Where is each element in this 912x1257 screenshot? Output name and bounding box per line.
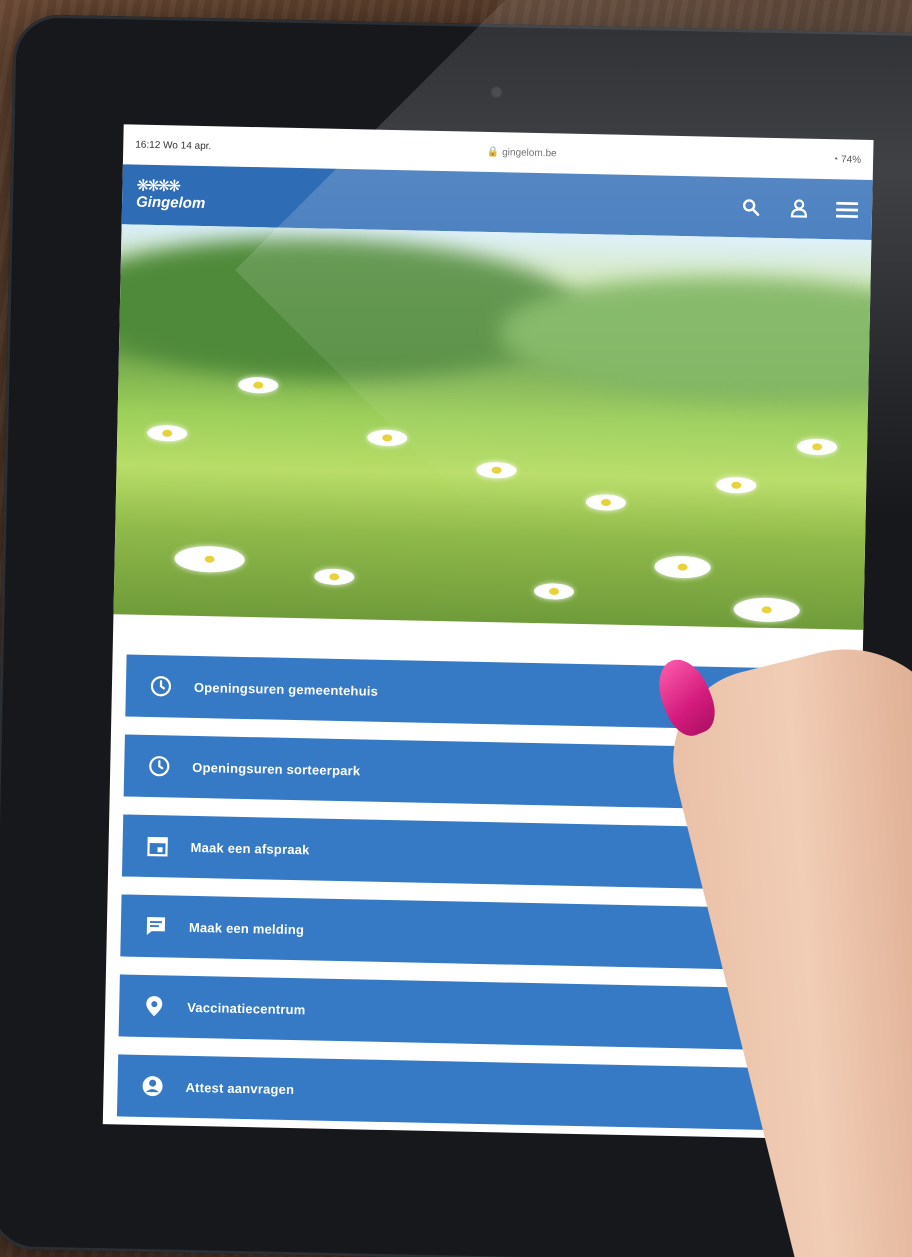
calendar-icon (144, 833, 171, 860)
daisy-flower (585, 494, 627, 511)
daisy-flower (533, 583, 575, 600)
header-actions (740, 196, 859, 220)
menu-item-label: Openingsuren sorteerpark (192, 759, 361, 778)
battery-level: 74% (841, 153, 862, 166)
menu-item-label: Maak een melding (188, 919, 305, 937)
daisy-flower (654, 555, 711, 579)
menu-item-label: Openingsuren gemeentehuis (193, 679, 379, 699)
menu-item-label: Attest aanvragen (185, 1079, 295, 1097)
search-icon[interactable] (740, 196, 762, 218)
location-pin-icon (141, 993, 168, 1020)
user-circle-icon (139, 1073, 166, 1100)
daisy-flower (796, 438, 838, 456)
daisy-flower (174, 545, 245, 573)
status-time: 16:12 (135, 139, 161, 151)
clock-icon (146, 753, 173, 780)
logo-text: Gingelom (135, 193, 206, 212)
daisy-flower (367, 429, 408, 447)
hamburger-menu-icon[interactable] (835, 198, 859, 220)
daisy-flower (733, 597, 800, 623)
menu-item-label: Maak een afspraak (190, 839, 310, 857)
front-camera (490, 85, 503, 99)
status-date: Wo 14 apr. (162, 139, 212, 152)
site-logo[interactable]: ❋❋❋❋ Gingelom (135, 177, 206, 212)
menu-item-attest-aanvragen[interactable]: Attest aanvragen (116, 1054, 841, 1132)
hero-meadow-image (113, 224, 872, 630)
daisy-flower (476, 461, 517, 479)
daisy-flower (314, 568, 355, 586)
hill-shape (113, 233, 582, 384)
daisy-flower (716, 476, 757, 494)
clock-icon (148, 673, 175, 700)
daisy-flower (147, 424, 188, 442)
status-time-date: 16:12 Wo 14 apr. (135, 139, 211, 152)
daisy-flower (238, 376, 279, 394)
wifi-icon: ◔ (832, 153, 839, 165)
account-icon[interactable] (788, 197, 810, 219)
chat-icon (143, 913, 170, 940)
wheat-logo-icon: ❋❋❋❋ (136, 177, 179, 195)
address-bar-url[interactable]: 🔒 gingelom.be (487, 146, 557, 158)
menu-item-label: Vaccinatiecentrum (187, 999, 306, 1017)
status-battery: ◔ 74% (832, 154, 861, 166)
